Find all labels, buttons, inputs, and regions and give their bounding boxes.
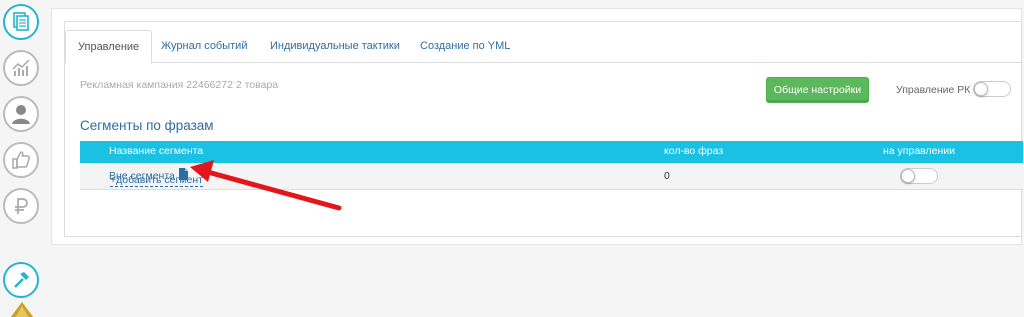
rk-control-toggle[interactable] xyxy=(973,81,1011,97)
segments-title: Сегменты по фразам xyxy=(80,118,214,133)
segment-managed-toggle[interactable] xyxy=(900,168,938,184)
campaign-info: Рекламная кампания 22466272 2 товара xyxy=(80,79,279,91)
logo-icon xyxy=(10,302,34,317)
add-segment-link[interactable]: +добавить сегмент xyxy=(110,174,203,187)
segments-table: Название сегмента кол-во фраз на управле… xyxy=(80,141,1023,190)
tab-individual-tactics[interactable]: Индивидуальные тактики xyxy=(258,30,412,63)
col-phrase-count: кол-во фраз xyxy=(664,145,724,157)
main-panel: Управление Журнал событий Индивидуальные… xyxy=(51,8,1023,245)
content-card: Управление Журнал событий Индивидуальные… xyxy=(64,21,1023,237)
tab-management[interactable]: Управление xyxy=(65,30,153,64)
tab-event-log[interactable]: Журнал событий xyxy=(149,30,259,63)
tab-bar: Управление Журнал событий Индивидуальные… xyxy=(65,22,1023,64)
toggle-knob xyxy=(974,82,988,96)
toggle-knob xyxy=(901,169,915,183)
rk-control-label: Управление РК xyxy=(896,84,971,96)
col-segment-name: Название сегмента xyxy=(109,145,204,157)
left-rail xyxy=(0,0,44,317)
phrase-count: 0 xyxy=(664,170,670,182)
user-icon[interactable] xyxy=(3,96,39,132)
general-settings-button[interactable]: Общие настройки xyxy=(766,77,869,103)
hammer-icon[interactable] xyxy=(3,262,39,298)
ruble-icon[interactable] xyxy=(3,188,39,224)
tab-create-yml[interactable]: Создание по YML xyxy=(408,30,522,63)
thumbs-up-icon[interactable] xyxy=(3,142,39,178)
chart-icon[interactable] xyxy=(3,50,39,86)
table-header: Название сегмента кол-во фраз на управле… xyxy=(80,141,1023,163)
table-row: Вне сегмента 0 xyxy=(80,163,1023,190)
documents-icon[interactable] xyxy=(3,4,39,40)
col-managed: на управлении xyxy=(883,145,956,157)
